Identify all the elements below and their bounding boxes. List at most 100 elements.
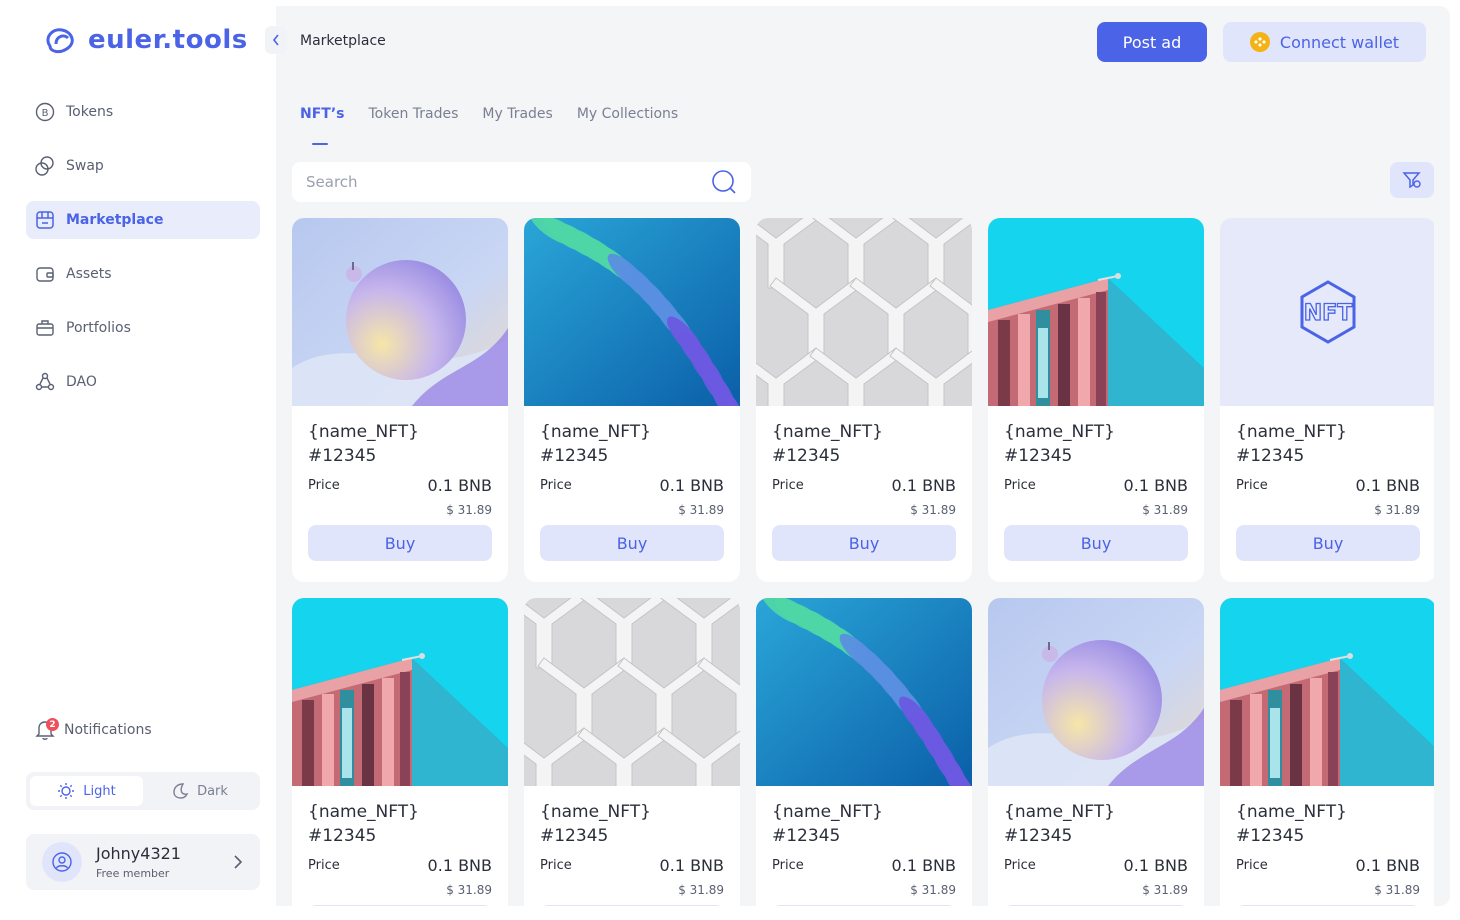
filter-button[interactable] [1390,162,1434,198]
user-profile-card[interactable]: Johny4321 Free member [26,834,260,890]
buy-button[interactable]: Buy [540,905,724,906]
price-usd: $ 31.89 [446,503,492,517]
nft-card[interactable]: {name_NFT} #12345 Price 0.1 BNB $ 31.89 … [524,218,740,582]
chevron-right-icon [234,855,243,869]
price-row: Price 0.1 BNB [1236,856,1420,875]
price-value: 0.1 BNB [659,856,724,875]
nft-name: {name_NFT} [1004,802,1115,822]
nft-card[interactable]: {name_NFT} #12345 Price 0.1 BNB $ 31.89 … [292,218,508,582]
price-label: Price [1236,478,1268,493]
sidebar-item-marketplace[interactable]: Marketplace [26,201,260,239]
main-content: Marketplace Post ad Connect wallet NFT’s… [276,6,1450,906]
post-ad-button[interactable]: Post ad [1097,22,1207,62]
theme-dark-button[interactable]: Dark [143,776,256,806]
brand-name: euler.tools [88,25,248,55]
buy-button[interactable]: Buy [308,905,492,906]
tab-my-trades[interactable]: My Trades [482,106,552,136]
abstract-sphere-art [988,598,1204,786]
price-row: Price 0.1 BNB [308,476,492,495]
price-usd: $ 31.89 [446,883,492,897]
nft-image[interactable] [756,598,972,786]
sidebar-item-label: Tokens [66,104,114,120]
nft-name: {name_NFT} [1236,422,1347,442]
svg-text:NFT: NFT [1304,301,1352,326]
nft-name: {name_NFT} [308,802,419,822]
bell-icon: 2 [34,718,59,742]
buy-button[interactable]: Buy [1236,905,1420,906]
nft-image[interactable] [756,218,972,406]
search-icon[interactable] [711,169,737,195]
buy-button[interactable]: Buy [772,905,956,906]
price-usd: $ 31.89 [678,883,724,897]
nft-id: #12345 [540,826,609,846]
abstract-wave-art [756,598,972,786]
price-usd: $ 31.89 [1142,883,1188,897]
nft-image[interactable] [524,598,740,786]
user-name: Johny4321 [96,844,181,863]
nft-image[interactable] [292,218,508,406]
nft-image[interactable] [524,218,740,406]
theme-light-button[interactable]: Light [30,776,143,806]
sidebar-item-dao[interactable]: DAO [26,363,260,401]
nft-grid: {name_NFT} #12345 Price 0.1 BNB $ 31.89 … [292,218,1434,906]
sidebar-item-assets[interactable]: Assets [26,255,260,293]
search-input[interactable] [306,173,711,191]
sidebar-item-label: Portfolios [66,320,131,336]
buy-button[interactable]: Buy [772,525,956,561]
nft-card[interactable]: {name_NFT} #12345 Price 0.1 BNB $ 31.89 … [292,598,508,906]
price-row: Price 0.1 BNB [1004,476,1188,495]
bnb-coin-icon [1249,32,1270,52]
buy-button[interactable]: Buy [1236,525,1420,561]
chevron-left-icon [272,34,279,46]
connect-wallet-button[interactable]: Connect wallet [1223,22,1426,62]
tab-nfts[interactable]: NFT’s [300,106,344,145]
buy-button[interactable]: Buy [1004,525,1188,561]
nft-id: #12345 [308,826,377,846]
nft-card[interactable]: {name_NFT} #12345 Price 0.1 BNB $ 31.89 … [1220,598,1434,906]
nft-name: {name_NFT} [772,802,883,822]
avatar [42,842,82,882]
nft-id: #12345 [1236,446,1305,466]
nft-image[interactable] [292,598,508,786]
nft-image[interactable] [1220,598,1434,786]
nft-card[interactable]: {name_NFT} #12345 Price 0.1 BNB $ 31.89 … [988,218,1204,582]
price-label: Price [772,478,804,493]
collapse-sidebar-button[interactable] [265,26,287,54]
nft-image[interactable] [988,598,1204,786]
sidebar-item-tokens[interactable]: B Tokens [26,93,260,131]
brand-logo[interactable]: euler.tools [42,22,248,58]
wallet-icon [34,263,56,285]
euler-logo-icon [46,28,74,54]
nft-card[interactable]: {name_NFT} #12345 Price 0.1 BNB $ 31.89 … [756,598,972,906]
price-row: Price 0.1 BNB [540,476,724,495]
nft-id: #12345 [772,446,841,466]
sidebar-item-portfolios[interactable]: Portfolios [26,309,260,347]
sidebar-item-swap[interactable]: Swap [26,147,260,185]
nft-card[interactable]: {name_NFT} #12345 Price 0.1 BNB $ 31.89 … [524,598,740,906]
price-value: 0.1 BNB [1355,856,1420,875]
nft-image[interactable]: NFT [1220,218,1434,406]
nft-id: #12345 [772,826,841,846]
buy-button[interactable]: Buy [540,525,724,561]
screen: euler.tools B Tokens Swap Marketplace As… [0,0,1460,920]
price-label: Price [1236,858,1268,873]
buy-button[interactable]: Buy [1004,905,1188,906]
nft-card[interactable]: {name_NFT} #12345 Price 0.1 BNB $ 31.89 … [988,598,1204,906]
notifications-button[interactable]: 2 Notifications [34,716,152,744]
price-row: Price 0.1 BNB [308,856,492,875]
price-value: 0.1 BNB [891,856,956,875]
nft-card[interactable]: {name_NFT} #12345 Price 0.1 BNB $ 31.89 … [756,218,972,582]
nft-id: #12345 [1236,826,1305,846]
tab-token-trades[interactable]: Token Trades [368,106,458,136]
price-usd: $ 31.89 [1374,883,1420,897]
nft-card[interactable]: NFT {name_NFT} #12345 Price 0.1 BNB $ 31… [1220,218,1434,582]
nft-image[interactable] [988,218,1204,406]
price-row: Price 0.1 BNB [772,476,956,495]
nft-card-body: {name_NFT} #12345 Price 0.1 BNB $ 31.89 … [756,406,972,561]
buy-button[interactable]: Buy [308,525,492,561]
sidebar-item-label: DAO [66,374,97,390]
tab-my-collections[interactable]: My Collections [577,106,678,136]
abstract-sphere-art [292,218,508,406]
price-label: Price [308,478,340,493]
price-value: 0.1 BNB [659,476,724,495]
